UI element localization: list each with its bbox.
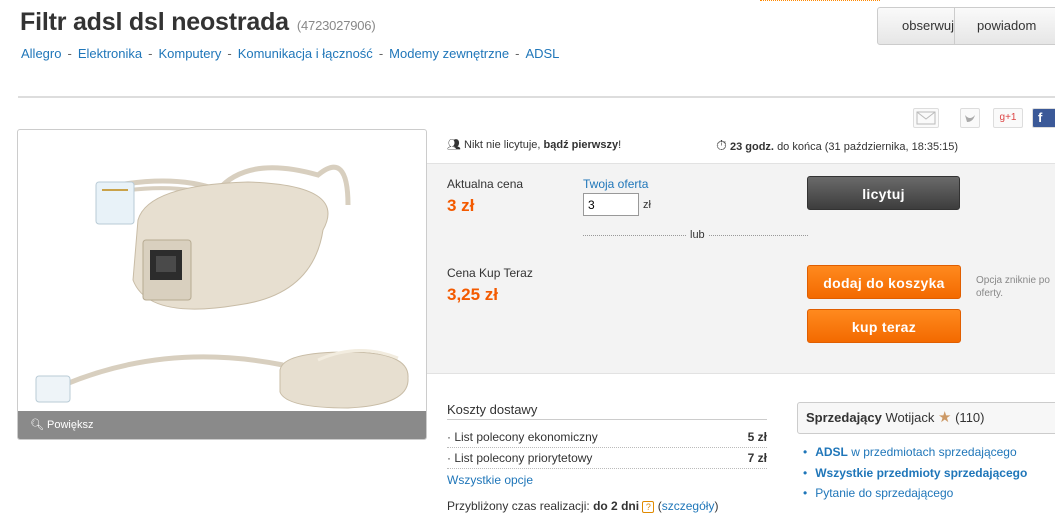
ask-seller-link[interactable]: • Pytanie do sprzedającego: [803, 486, 953, 500]
product-image-filter: [35, 164, 409, 409]
header-divider: [18, 96, 1055, 98]
item-title: Filtr adsl dsl neostrada: [20, 8, 289, 36]
share-facebook-icon[interactable]: f: [1032, 108, 1055, 128]
users-icon: 👥︎: [447, 139, 461, 151]
bid-button[interactable]: licytuj: [807, 176, 960, 210]
share-twitter-icon[interactable]: [960, 108, 980, 128]
zoom-label: Powiększ: [47, 419, 94, 431]
auction-timer: ⏱︎ 23 godz. do końca (31 października, 1…: [716, 137, 959, 153]
shipping-row: · List polecony priorytetowy 7 zł: [447, 451, 767, 469]
all-shipping-options-link[interactable]: Wszystkie opcje: [447, 473, 533, 487]
watch-button[interactable]: obserwuj: [878, 8, 954, 44]
help-icon[interactable]: ?: [642, 501, 655, 513]
seller-all-items-link[interactable]: • Wszystkie przedmioty sprzedającego: [803, 466, 1027, 480]
bids-info: 👥︎ Nikt nie licytuje, bądź pierwszy!: [447, 139, 622, 151]
share-gplus-icon[interactable]: g+1: [993, 108, 1023, 128]
breadcrumb: Allegro - Elektronika - Komputery - Komunikacj…: [21, 46, 560, 61]
currency-label: zł: [643, 199, 651, 211]
share-email-icon[interactable]: [913, 108, 939, 128]
seller-box: Sprzedający Wotijack ★ (110): [797, 402, 1055, 434]
item-id: (4723027906): [296, 18, 376, 33]
buy-now-price-label: Cena Kup Teraz: [447, 266, 533, 280]
buy-now-price: 3,25 zł: [447, 285, 499, 304]
breadcrumb-allegro[interactable]: Allegro: [21, 46, 61, 61]
shipping-row: · List polecony ekonomiczny 5 zł: [447, 430, 767, 448]
page-title: Filtr adsl dsl neostrada (4723027906): [20, 8, 376, 37]
current-price-label: Aktualna cena: [447, 177, 524, 191]
realization-time: Przybliżony czas realizacji: do 2 dni ? …: [447, 499, 719, 513]
top-action-buttons: obserwuj powiadom: [877, 7, 1055, 45]
magnifier-icon: 🔍︎: [30, 419, 44, 431]
current-price: 3 zł: [447, 196, 475, 215]
shipping-title: Koszty dostawy: [447, 402, 767, 420]
breadcrumb-modemy[interactable]: Modemy zewnętrzne: [389, 46, 509, 61]
breadcrumb-komputery[interactable]: Komputery: [158, 46, 221, 61]
notify-button[interactable]: powiadom: [954, 8, 1036, 44]
breadcrumb-adsl[interactable]: ADSL: [525, 46, 559, 61]
star-icon: ★: [938, 409, 952, 426]
top-decoration-line: [760, 0, 880, 2]
breadcrumb-elektronika[interactable]: Elektronika: [78, 46, 142, 61]
seller-rating[interactable]: (110): [955, 410, 984, 425]
stopwatch-icon: ⏱︎: [716, 137, 727, 153]
option-note: Opcja zniknie po oferty.: [976, 275, 1050, 299]
seller-adsl-link[interactable]: • ADSL w przedmiotach sprzedającego: [803, 445, 1017, 459]
zoom-button[interactable]: 🔍︎ Powiększ: [18, 411, 426, 439]
or-label: lub: [686, 229, 709, 241]
seller-name[interactable]: Wotijack: [886, 410, 935, 425]
buy-now-button[interactable]: kup teraz: [807, 309, 961, 343]
add-to-cart-button[interactable]: dodaj do koszyka: [807, 265, 961, 299]
your-offer-label[interactable]: Twoja oferta: [583, 177, 648, 191]
details-link[interactable]: szczegóły: [662, 499, 715, 513]
breadcrumb-komunikacja[interactable]: Komunikacja i łączność: [238, 46, 373, 61]
product-photo[interactable]: 🔍︎ Powiększ: [17, 129, 427, 440]
seller-label: Sprzedający: [806, 410, 882, 425]
bid-amount-input[interactable]: [583, 193, 639, 216]
